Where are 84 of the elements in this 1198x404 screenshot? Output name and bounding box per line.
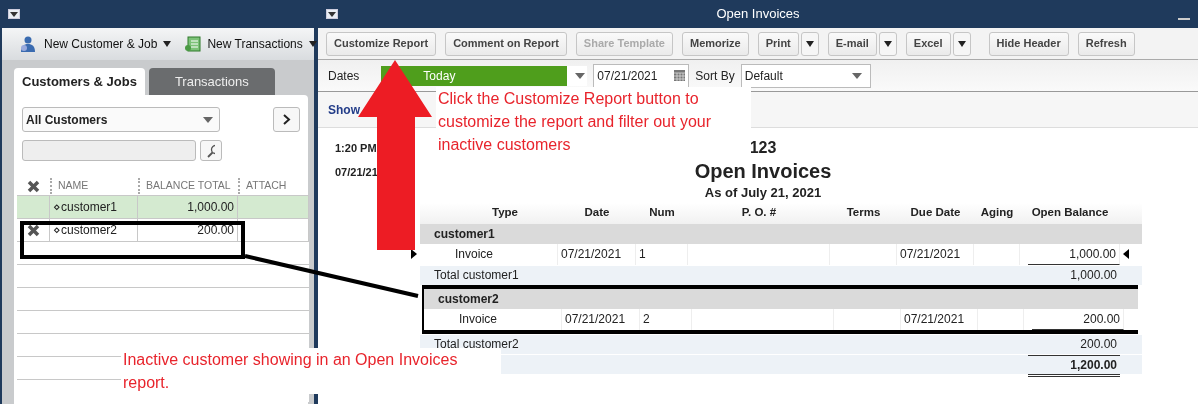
balance-total: 1,000.00 [187, 199, 234, 216]
search-button[interactable] [200, 140, 222, 161]
menu-icon[interactable] [326, 9, 338, 19]
customer-name: ⋄customer1 [53, 199, 118, 216]
transaction-date: 07/21/2021 [565, 311, 626, 328]
toolbar-button[interactable]: Excel [905, 31, 951, 56]
column-header: NAME [58, 179, 89, 192]
toolbar-button[interactable]: Hide Header [988, 31, 1069, 56]
inactive-column-icon [27, 179, 40, 193]
calendar-icon[interactable] [674, 70, 686, 81]
company-name: 123 [749, 139, 777, 156]
dropdown-button[interactable] [878, 31, 897, 56]
dropdown-button[interactable] [800, 31, 819, 56]
caret-icon [851, 72, 862, 79]
open-balance: 200.00 [1083, 310, 1120, 328]
toolbar-button[interactable]: Print [757, 31, 799, 56]
tab[interactable]: Customers & Jobs [14, 68, 145, 95]
customer-name: ⋄customer2 [53, 222, 118, 239]
column-header: Date [584, 206, 610, 219]
transaction-type: Invoice [455, 246, 494, 263]
caret-icon [308, 41, 317, 47]
total-amount: 1,000.00 [1070, 268, 1117, 282]
toolbar-button[interactable]: Refresh [1077, 31, 1135, 56]
due-date: 07/21/2021 [904, 311, 965, 328]
report-subtitle: As of July 21, 2021 [704, 185, 822, 200]
column-header: Num [649, 206, 675, 219]
caret-icon [957, 40, 966, 47]
toolbar-button[interactable]: Comment on Report [445, 31, 567, 56]
expand-button[interactable] [273, 107, 300, 132]
column-header: ATTACH [246, 179, 287, 192]
total-amount: 200.00 [1080, 337, 1117, 351]
inactive-icon [26, 223, 40, 237]
callout-text: Click the Customize Report button to customize the report and filter out your inactive customers [436, 87, 751, 156]
transaction-number: 2 [643, 311, 650, 328]
caret-icon [805, 40, 814, 47]
open-balance: 1,000.00 [1069, 245, 1116, 263]
column-header: Due Date [910, 206, 961, 219]
report-title: Open Invoices [694, 160, 832, 182]
caret-icon [163, 41, 172, 47]
tab[interactable]: Transactions [148, 68, 275, 95]
transaction-type: Invoice [459, 311, 498, 328]
dropdown-button[interactable] [952, 31, 971, 56]
search-icon [207, 143, 215, 158]
column-header: BALANCE TOTAL [146, 179, 231, 192]
sort-by-label: Sort By [695, 67, 735, 85]
report-date: 07/21/21 [335, 165, 378, 180]
list-row[interactable]: ⋄customer1 1,000.00 [17, 196, 309, 219]
caret-icon [575, 72, 586, 79]
toolbar-button[interactable]: Customize Report [326, 31, 437, 56]
sort-by-dropdown[interactable]: Default [740, 63, 871, 88]
dates-label: Dates [328, 67, 360, 85]
row-marker-icon [1123, 249, 1129, 259]
total-label: Total customer1 [434, 268, 519, 282]
total-label: Total customer2 [434, 337, 519, 351]
toolbar-button[interactable]: New Customer & Job [20, 35, 172, 53]
report-time: 1:20 PM [335, 141, 378, 156]
toolbar-button[interactable]: New Transactions [185, 35, 317, 53]
transaction-number: 1 [639, 246, 646, 263]
column-header: Terms [846, 206, 881, 219]
customer-group-label: customer1 [434, 225, 496, 243]
due-date: 07/21/2021 [900, 246, 961, 263]
column-header: P. O. # [741, 206, 777, 219]
customer-group-label: customer2 [438, 290, 500, 308]
row-marker-icon [411, 249, 417, 259]
date-field[interactable]: 07/21/2021 [593, 63, 690, 88]
column-header: Aging [980, 206, 1014, 219]
caret-icon [883, 40, 892, 47]
callout-text: Inactive customer showing in an Open Invoices report. [121, 348, 501, 394]
search-field[interactable] [22, 140, 196, 161]
grand-total-amount: 1,200.00 [1070, 357, 1117, 372]
caret-icon [203, 116, 213, 123]
toolbar-button[interactable]: E-mail [827, 31, 877, 56]
balance-total: 200.00 [197, 222, 234, 239]
form-icon [185, 36, 202, 52]
customer-filter-dropdown[interactable]: All Customers [22, 107, 220, 132]
window-title: Open Invoices [716, 5, 800, 24]
chevron-icon [282, 114, 291, 125]
show-link[interactable]: Show [328, 100, 360, 119]
menu-icon[interactable] [8, 9, 20, 19]
toolbar-button[interactable]: Memorize [681, 31, 749, 56]
transaction-date: 07/21/2021 [561, 246, 622, 263]
column-header: Open Balance [1031, 206, 1109, 219]
column-header: Type [492, 206, 518, 219]
person-icon [20, 36, 38, 52]
